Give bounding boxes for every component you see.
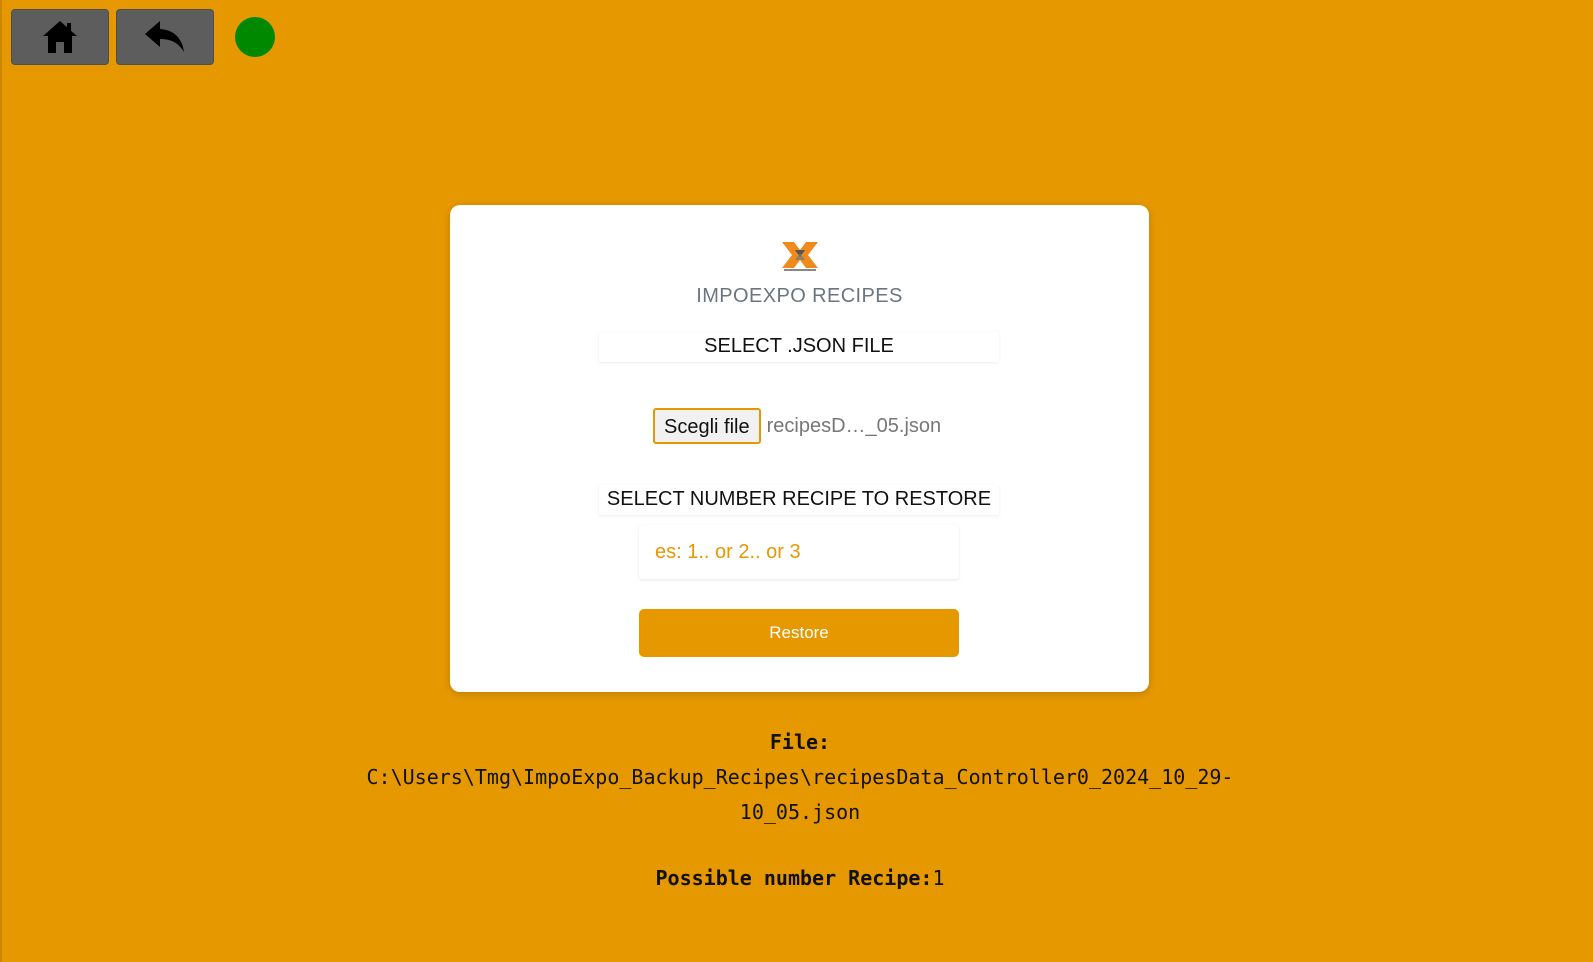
- home-icon: [43, 21, 77, 53]
- choose-file-button[interactable]: Scegli file: [653, 408, 761, 444]
- select-number-label: SELECT NUMBER RECIPE TO RESTORE: [599, 485, 999, 515]
- home-button[interactable]: [11, 9, 109, 65]
- reply-arrow-icon: [145, 21, 184, 52]
- file-path: C:\Users\Tmg\ImpoExpo_Backup_Recipes\rec…: [366, 765, 1234, 824]
- restore-button[interactable]: Restore: [639, 609, 959, 657]
- window-left-edge: [0, 0, 2, 962]
- possible-recipe-value: 1: [932, 866, 945, 890]
- back-button[interactable]: [116, 9, 214, 65]
- file-label: File:: [769, 730, 831, 754]
- possible-recipe-label: Possible number Recipe:: [655, 866, 933, 890]
- select-json-label: SELECT .JSON FILE: [599, 332, 999, 362]
- tmg-logo: [782, 242, 818, 271]
- file-info: File: C:\Users\Tmg\ImpoExpo_Backup_Recip…: [340, 725, 1260, 830]
- selected-file-name: recipesD…_05.json: [766, 414, 942, 437]
- possible-recipe-info: Possible number Recipe:1: [340, 861, 1260, 896]
- recipe-number-input[interactable]: [639, 525, 959, 579]
- file-picker: Scegli file recipesD…_05.json: [653, 408, 941, 444]
- connection-status-indicator: [235, 17, 275, 57]
- app-title: IMPOEXPO RECIPES: [696, 285, 903, 307]
- toolbar: [11, 9, 275, 65]
- restore-card: IMPOEXPO RECIPES SELECT .JSON FILE Scegl…: [450, 205, 1149, 692]
